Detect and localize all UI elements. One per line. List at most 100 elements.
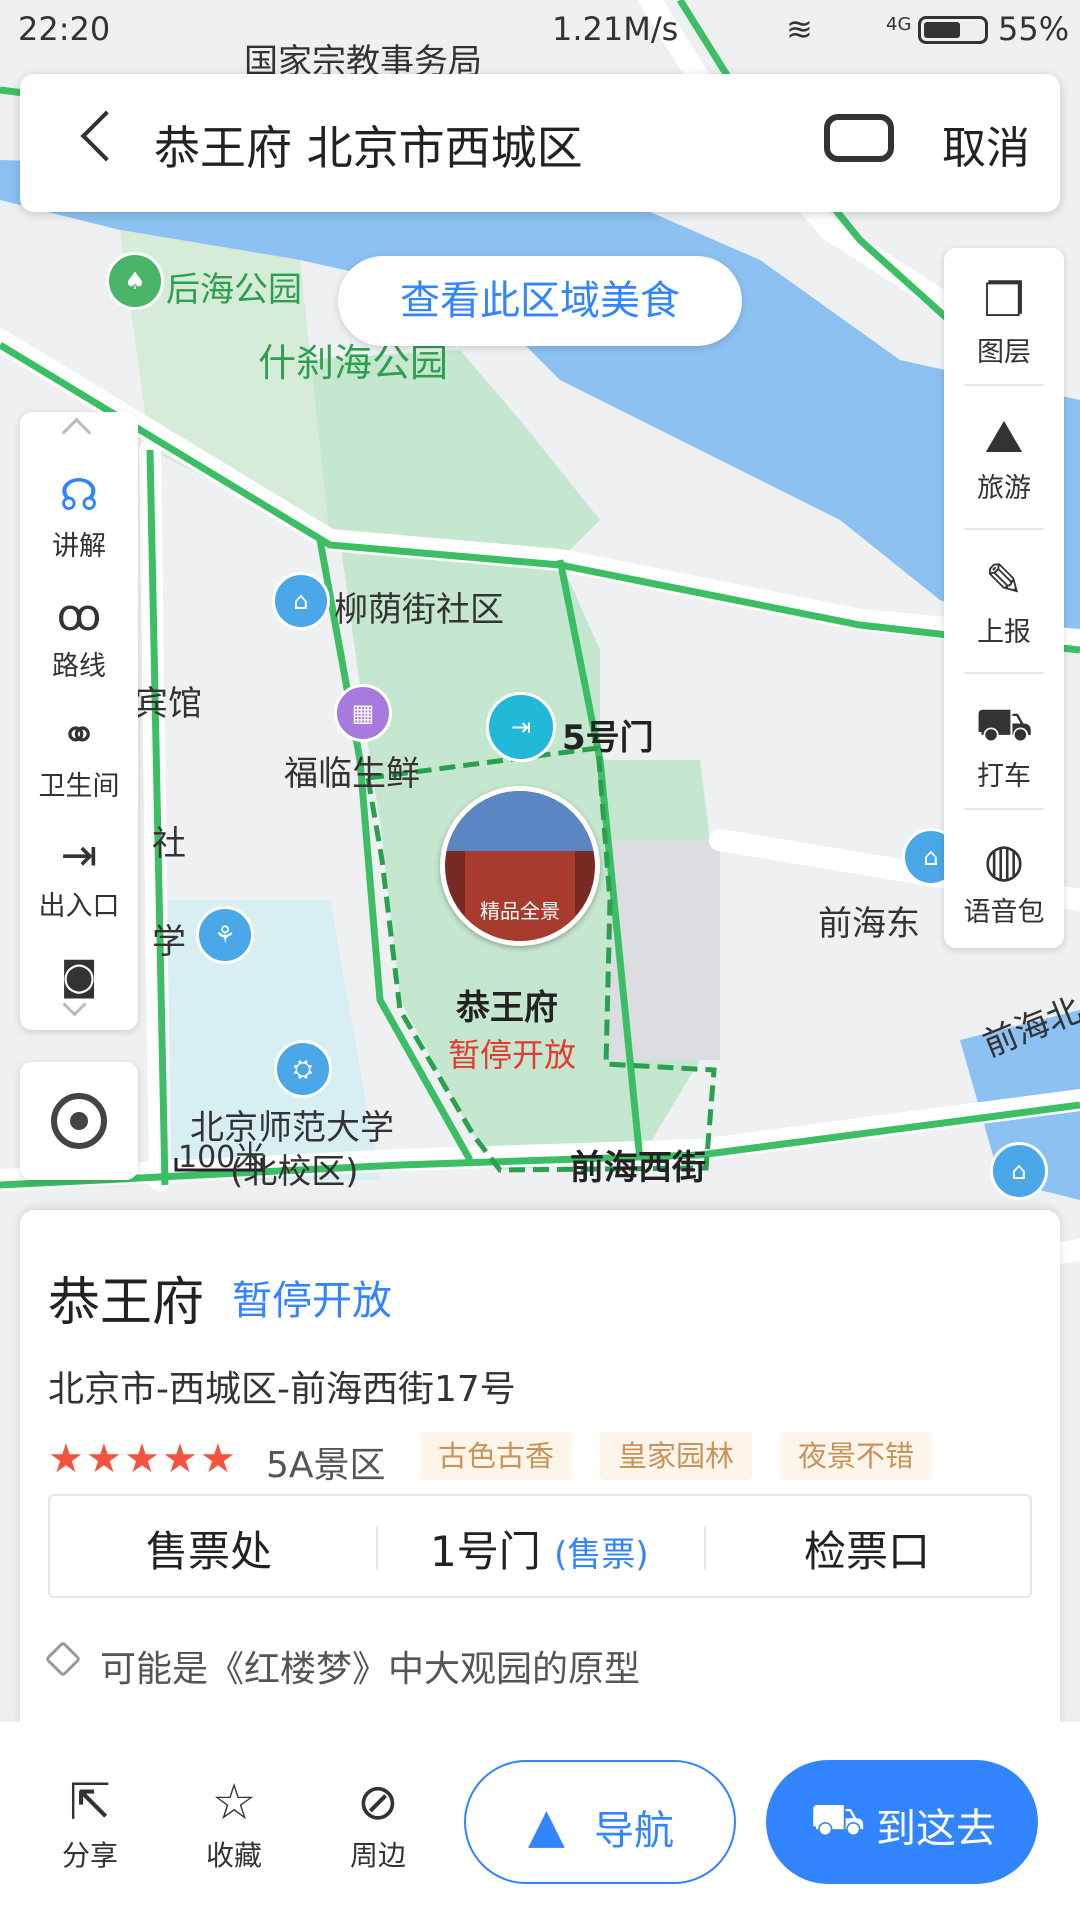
place-tag: 皇家园林 — [600, 1432, 753, 1480]
divider — [964, 808, 1044, 810]
tool-voice-pack[interactable]: ◍ 语音包 — [944, 830, 1064, 929]
status-time: 22:20 — [18, 10, 111, 48]
panorama-thumbnail[interactable]: 精品全景 — [440, 786, 600, 946]
gate1-label: 1号门 — [430, 1527, 541, 1576]
restroom-icon: ⚭ — [60, 710, 98, 761]
right-toolbar: ❐ 图层 ⛰ 旅游 ✎ 上报 ⛟ 打车 ◍ 语音包 — [944, 248, 1064, 948]
tool-taxi-label: 打车 — [977, 761, 1031, 792]
star-icon: ★ — [162, 1436, 198, 1482]
divider — [964, 672, 1044, 674]
search-query[interactable]: 恭王府 北京市西城区 — [154, 112, 583, 178]
map-label-gate5: 5号门 — [562, 718, 654, 758]
exit-icon: ⇥ — [60, 830, 98, 881]
go-here-label: 到这去 — [876, 1806, 996, 1852]
university-pin-icon[interactable]: ⛭ — [274, 1040, 332, 1098]
car-icon: ⛟ — [810, 1794, 866, 1845]
check-in-tab[interactable]: 检票口 — [804, 1518, 930, 1579]
wifi-icon: ≋ — [786, 10, 813, 48]
tool-camera[interactable]: ◙ — [20, 948, 138, 1004]
place-level: 5A景区 — [266, 1445, 386, 1486]
chevron-up-icon[interactable] — [61, 417, 92, 448]
favorite-button[interactable]: ☆ 收藏 — [174, 1770, 294, 1874]
tool-report-label: 上报 — [977, 617, 1031, 648]
compass-icon: ⊘ — [357, 1773, 399, 1831]
locate-button[interactable] — [20, 1062, 138, 1180]
share-button[interactable]: ⇱ 分享 — [30, 1770, 150, 1874]
tool-restroom-label: 卫生间 — [38, 771, 120, 802]
tool-layers[interactable]: ❐ 图层 — [944, 270, 1064, 369]
layers-icon: ❐ — [983, 273, 1025, 327]
battery-icon — [918, 16, 988, 44]
tool-taxi[interactable]: ⛟ 打车 — [944, 694, 1064, 793]
market-pin-icon[interactable]: ▦ — [334, 684, 392, 742]
go-here-button[interactable]: ⛟ 到这去 — [766, 1760, 1038, 1884]
navigate-label: 导航 — [594, 1808, 674, 1854]
tool-travel[interactable]: ⛰ 旅游 — [944, 406, 1064, 505]
tool-guide-label: 讲解 — [52, 531, 106, 562]
map-label-liuyinjie: 柳荫街社区 — [334, 590, 504, 630]
travel-icon: ⛰ — [984, 409, 1024, 463]
star-icon: ★ — [200, 1436, 236, 1482]
nearby-label: 周边 — [349, 1839, 406, 1872]
tool-route-label: 路线 — [52, 651, 106, 682]
report-icon: ✎ — [984, 553, 1024, 607]
locate-icon — [51, 1093, 107, 1149]
map-label-poi-status: 暂停开放 — [448, 1036, 577, 1074]
map-label-she: 社 — [152, 824, 186, 864]
map-label-houhai-park: 后海公园 — [166, 270, 302, 310]
gate1-tab[interactable]: 1号门 (售票) — [430, 1518, 649, 1579]
star-icon: ★ — [86, 1436, 122, 1482]
tool-exit[interactable]: ⇥ 出入口 — [20, 828, 138, 923]
place-tip: 可能是《红楼梦》中大观园的原型 — [100, 1649, 641, 1690]
place-title: 恭王府 — [48, 1273, 205, 1333]
gate-pin-icon[interactable]: ⇥ — [486, 692, 556, 762]
status-speed: 1.21M/s — [552, 10, 679, 48]
tool-voice-pack-label: 语音包 — [963, 897, 1045, 928]
ar-camera-icon[interactable] — [824, 114, 894, 162]
navigate-button[interactable]: ▲ 导航 — [464, 1760, 736, 1884]
tool-restroom[interactable]: ⚭ 卫生间 — [20, 708, 138, 803]
nearby-button[interactable]: ⊘ 周边 — [318, 1770, 438, 1874]
map-label-hotel: 宾馆 — [134, 684, 202, 724]
community-pin-icon[interactable]: ⌂ — [272, 572, 330, 630]
share-icon: ⇱ — [69, 1773, 111, 1831]
divider — [376, 1526, 378, 1570]
map-label-qianhai-west: 前海西街 — [570, 1148, 706, 1188]
star-outline-icon: ☆ — [211, 1773, 257, 1831]
camera-icon: ◙ — [60, 954, 98, 998]
place-tag: 夜景不错 — [780, 1432, 933, 1480]
map-label-fulin: 福临生鲜 — [284, 754, 420, 794]
star-icon: ★ — [124, 1436, 160, 1482]
scale-label: 100米 — [178, 1140, 266, 1175]
headphones-icon: ☊ — [59, 470, 99, 521]
tool-guide[interactable]: ☊ 讲解 — [20, 468, 138, 563]
ticket-office-tab[interactable]: 售票处 — [146, 1518, 272, 1579]
status-network: 4G — [886, 14, 912, 35]
school-pin-icon[interactable]: ⚘ — [196, 906, 254, 964]
place-status: 暂停开放 — [232, 1278, 392, 1324]
tool-travel-label: 旅游 — [977, 473, 1031, 504]
ticket-row: 售票处 1号门 (售票) 检票口 — [48, 1494, 1032, 1598]
status-bar: 22:20 1.21M/s ≋ 4G 55% — [0, 0, 1080, 62]
tool-layers-label: 图层 — [977, 337, 1031, 368]
divider — [704, 1526, 706, 1570]
search-bar[interactable]: 恭王府 北京市西城区 取消 — [20, 74, 1060, 212]
cancel-button[interactable]: 取消 — [942, 112, 1030, 176]
place-tag: 古色古香 — [420, 1432, 573, 1480]
star-icon: ★ — [48, 1436, 84, 1482]
left-toolbar: ☊ 讲解 ꝏ 路线 ⚭ 卫生间 ⇥ 出入口 ◙ — [20, 412, 138, 1030]
back-icon[interactable] — [80, 110, 132, 162]
community-pin-se-icon[interactable]: ⌂ — [990, 1142, 1048, 1200]
taxi-icon: ⛟ — [975, 697, 1033, 751]
voice-pack-icon: ◍ — [983, 833, 1025, 887]
park-pin-icon[interactable]: ♠ — [106, 252, 164, 310]
share-label: 分享 — [61, 1839, 118, 1872]
tool-route[interactable]: ꝏ 路线 — [20, 588, 138, 683]
place-address: 北京市-西城区-前海西街17号 — [48, 1369, 516, 1410]
tool-report[interactable]: ✎ 上报 — [944, 550, 1064, 649]
tool-exit-label: 出入口 — [38, 891, 120, 922]
divider — [964, 384, 1044, 386]
favorite-label: 收藏 — [205, 1839, 262, 1872]
divider — [964, 528, 1044, 530]
view-area-food-button[interactable]: 查看此区域美食 — [338, 256, 742, 346]
